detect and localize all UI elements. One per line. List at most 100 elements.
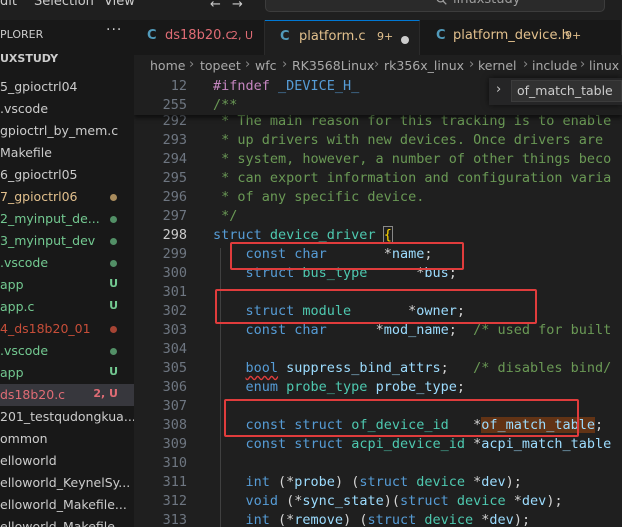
editor-tab-bar: C ds18b20.c 2, U C platform.c 9+ C platf… xyxy=(134,20,622,55)
tab-platform-device-h[interactable]: C platform_device.h 9+ xyxy=(420,20,622,55)
tree-item-label: 2_myinput_de... xyxy=(0,211,100,226)
line-number: 293 xyxy=(162,132,187,148)
tree-item[interactable]: 5_gpioctrl04 xyxy=(0,76,134,98)
code-line: int (*probe) (struct device *dev); xyxy=(213,474,522,490)
breadcrumb-item[interactable]: include xyxy=(532,58,577,73)
menu-view[interactable]: View xyxy=(104,0,135,9)
code-token: * up drivers with new devices. Once driv… xyxy=(213,132,604,148)
tab-platform-c[interactable]: C platform.c 9+ xyxy=(265,20,420,55)
code-line: const char *mod_name; /* used for built xyxy=(213,322,612,338)
tree-item[interactable]: ommon xyxy=(0,428,134,450)
tree-item[interactable]: gpioctrl_by_mem.c xyxy=(0,120,134,142)
tree-item[interactable]: 7_gpioctrl06 xyxy=(0,186,134,208)
code-token: bool xyxy=(245,360,279,376)
find-input[interactable]: of_match_table xyxy=(511,80,622,102)
chevron-right-icon: › xyxy=(469,57,475,72)
code-line: * up drivers with new devices. Once driv… xyxy=(213,132,603,148)
tree-item[interactable]: elloworld xyxy=(0,450,134,472)
line-number: 295 xyxy=(162,170,187,186)
code-token: device xyxy=(416,474,474,490)
command-center-search[interactable]: linuxstudy xyxy=(265,0,605,12)
tree-item[interactable]: .vscode xyxy=(0,252,134,274)
menu-selection[interactable]: Selection xyxy=(34,0,94,9)
chevron-right-icon: › xyxy=(523,57,529,72)
code-token: int xyxy=(213,512,279,527)
code-token: int xyxy=(213,474,279,490)
highlight-box-name xyxy=(230,242,464,270)
menu-edit[interactable]: dit xyxy=(0,0,17,9)
line-number: 305 xyxy=(162,360,187,376)
line-number: 296 xyxy=(162,189,187,205)
code-token: acpi_device_id xyxy=(351,436,465,452)
code-line: */ xyxy=(213,208,237,224)
back-arrow-icon[interactable]: ← xyxy=(210,0,221,12)
line-number: 312 xyxy=(162,493,187,509)
tree-item-label: elloworld xyxy=(0,453,57,468)
line-number: 308 xyxy=(162,417,187,433)
tree-item-label: 5_gpioctrl04 xyxy=(0,79,78,94)
tab-ds18b20-c[interactable]: C ds18b20.c 2, U xyxy=(134,20,265,55)
tab-status: 9+ xyxy=(377,30,394,43)
code-token: const xyxy=(213,436,295,452)
breadcrumb-item[interactable]: RK3568Linux xyxy=(292,58,374,73)
tree-item[interactable]: 2_myinput_de... xyxy=(0,208,134,230)
code-token: * can export information and configurati… xyxy=(213,170,612,186)
code-token: device_driver xyxy=(269,227,376,243)
forward-arrow-icon[interactable]: → xyxy=(232,0,243,12)
tree-item-label: elloworld_KeynelSy... xyxy=(0,475,131,490)
tree-item[interactable]: elloworld_KeynelSy... xyxy=(0,472,134,494)
code-token: (* xyxy=(278,512,295,527)
tree-item[interactable]: Makefile xyxy=(0,142,134,164)
tree-item[interactable]: 201_testqudongkua... xyxy=(0,406,134,428)
chevron-right-icon: › xyxy=(374,57,380,72)
line-number: 304 xyxy=(162,341,187,357)
tree-item[interactable]: app U xyxy=(0,362,134,384)
tab-label: ds18b20.c xyxy=(165,28,233,43)
breadcrumb-item[interactable]: home xyxy=(150,58,185,73)
breadcrumb-item[interactable]: rk356x_linux xyxy=(384,58,464,73)
code-token: ); xyxy=(513,512,531,527)
tree-item[interactable]: app U xyxy=(0,274,134,296)
modified-dot-icon xyxy=(110,326,117,333)
code-token: /* disables bind/ xyxy=(473,360,612,376)
code-token: mod_name xyxy=(383,322,449,338)
tree-item[interactable]: ds18b20.c 2, U xyxy=(0,384,134,406)
breadcrumb-item[interactable]: kernel xyxy=(478,58,517,73)
tree-item[interactable]: 4_ds18b20_01 xyxy=(0,318,134,340)
unsaved-dot-icon[interactable] xyxy=(401,36,409,44)
toggle-replace-chevron-icon[interactable]: › xyxy=(496,82,501,97)
tab-status: 9+ xyxy=(565,29,582,42)
tree-item[interactable]: 3_myinput_dev xyxy=(0,230,134,252)
line-number: 309 xyxy=(162,436,187,452)
tree-item[interactable]: elloworld_Makefile... xyxy=(0,494,134,516)
tree-item[interactable]: elloworld_Makefile... xyxy=(0,516,134,527)
code-token: */ xyxy=(213,208,238,224)
breadcrumb-item[interactable]: linux xyxy=(589,58,619,73)
tree-item[interactable]: 6_gpioctrl05 xyxy=(0,164,134,186)
tree-item[interactable]: .vscode xyxy=(0,340,134,362)
code-token: ); xyxy=(546,493,563,509)
tree-item-label: elloworld_Makefile... xyxy=(0,497,127,512)
breadcrumb-item[interactable]: topeet xyxy=(200,58,241,73)
code-token: ; xyxy=(440,360,474,376)
line-number: 297 xyxy=(162,208,187,224)
code-token: sync_state xyxy=(302,493,384,509)
more-actions-icon[interactable]: ··· xyxy=(106,22,122,38)
code-line: * of any specific device. xyxy=(213,189,424,205)
code-token: ; xyxy=(448,322,474,338)
tree-item[interactable]: .vscode xyxy=(0,98,134,120)
code-token: dev xyxy=(489,512,514,527)
breadcrumb-item[interactable]: wfc xyxy=(255,58,277,73)
chevron-right-icon: › xyxy=(580,57,586,72)
code-token: struct xyxy=(213,227,270,243)
tree-item[interactable]: app.c U xyxy=(0,296,134,318)
tab-status: 2, U xyxy=(231,29,254,42)
workspace-root[interactable]: UXSTUDY xyxy=(0,52,58,65)
code-token: * xyxy=(464,436,482,452)
code-token: probe_type xyxy=(375,379,457,395)
line-number: 302 xyxy=(162,303,187,319)
line-number: 307 xyxy=(162,398,187,414)
code-token: * The main reason for this tracking is t… xyxy=(213,113,612,129)
tree-item-label: gpioctrl_by_mem.c xyxy=(0,123,119,138)
